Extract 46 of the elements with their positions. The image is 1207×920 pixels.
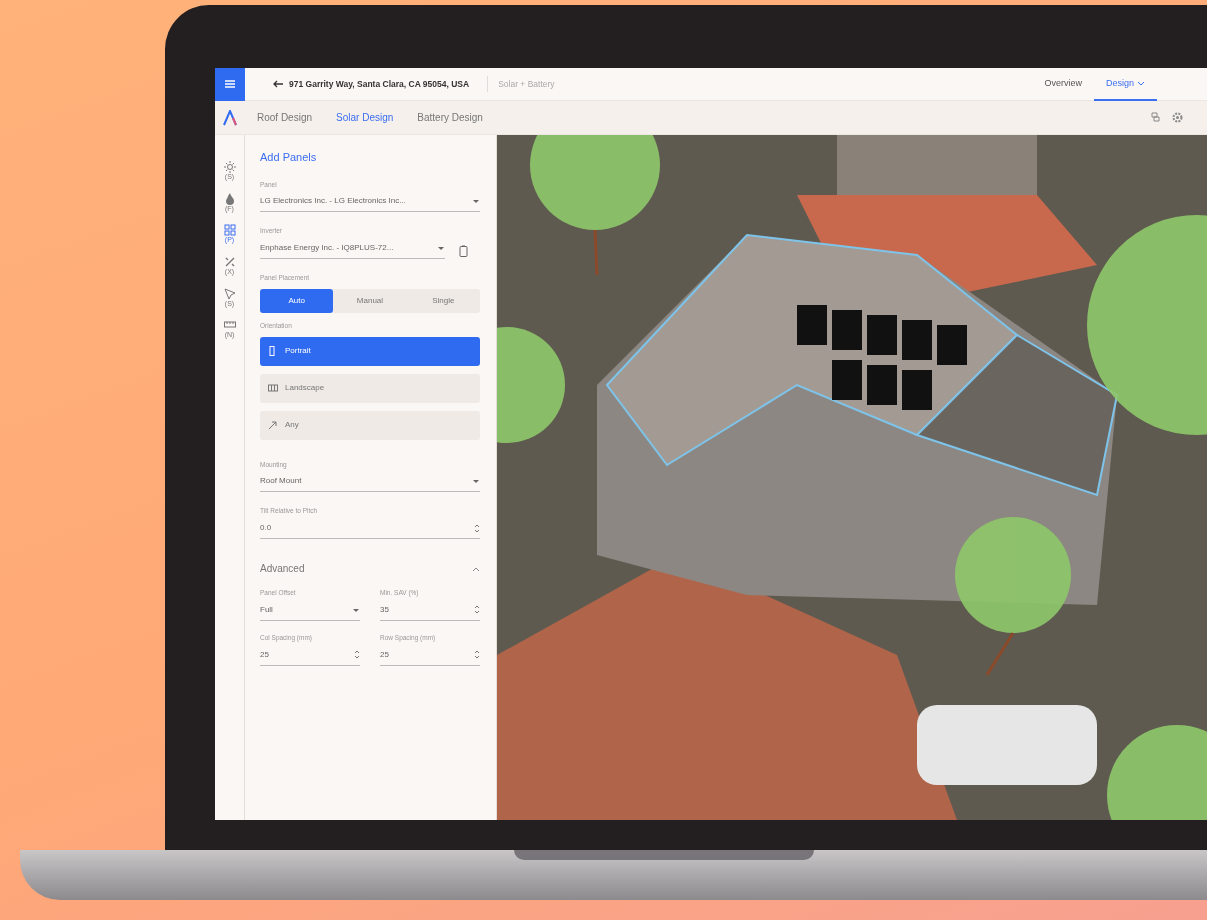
flame-icon (223, 192, 236, 205)
stepper-icon (474, 523, 480, 533)
diagonal-arrow-icon (268, 420, 278, 430)
orientation-option[interactable]: Any (260, 410, 480, 440)
stepper-icon (354, 650, 360, 659)
landscape-icon (268, 383, 278, 393)
caret-icon (437, 245, 445, 251)
stepper-icon (474, 650, 480, 659)
project-name: Solar + Battery (498, 77, 555, 91)
caret-icon (472, 478, 480, 485)
panel-title: Add Panels (260, 150, 318, 165)
select-field[interactable]: Full (260, 603, 360, 621)
clipboard-icon (459, 244, 468, 257)
select-field[interactable]: LG Electronics Inc. - LG Electronics Inc... (260, 195, 480, 213)
orientation-option[interactable]: Landscape (260, 373, 480, 403)
caret-icon (472, 198, 480, 205)
layers-icon (1150, 112, 1160, 123)
settings-icon (1172, 111, 1183, 123)
number-field[interactable]: 0.0 (260, 522, 480, 539)
number-field[interactable]: 35 (380, 603, 480, 621)
advanced-toggle[interactable]: Advanced (260, 561, 480, 576)
caret-icon (352, 606, 360, 613)
address-text: 971 Garrity Way, Santa Clara, CA 95054, USA (289, 77, 470, 91)
select-field[interactable]: Roof Mount (260, 475, 480, 493)
orientation-option[interactable]: Portrait (260, 336, 480, 366)
placement-option[interactable]: Single (406, 288, 480, 313)
design-tab[interactable]: Roof Design (245, 110, 325, 125)
grid-icon (223, 224, 236, 237)
stepper-icon (474, 605, 480, 615)
portrait-icon (268, 346, 278, 356)
placement-option[interactable]: Auto (260, 288, 334, 313)
logo-icon (223, 109, 237, 126)
placement-option[interactable]: Manual (333, 288, 407, 313)
select-field[interactable]: Enphase Energy Inc. - IQ8PLUS-72... (260, 242, 445, 259)
design-tab[interactable]: Battery Design (405, 110, 495, 125)
pointer-icon (223, 287, 236, 300)
back-arrow-icon (273, 80, 283, 88)
number-field[interactable]: 25 (260, 648, 360, 666)
nav-tab[interactable]: Design (1094, 68, 1157, 101)
sun-icon (223, 161, 236, 173)
caret-icon (1137, 81, 1145, 87)
number-field[interactable]: 25 (380, 648, 480, 666)
menu-button[interactable] (215, 68, 245, 101)
design-tab[interactable]: Solar Design (324, 110, 406, 125)
nav-tab[interactable]: Overview (1032, 68, 1094, 101)
menu-icon (225, 80, 235, 88)
